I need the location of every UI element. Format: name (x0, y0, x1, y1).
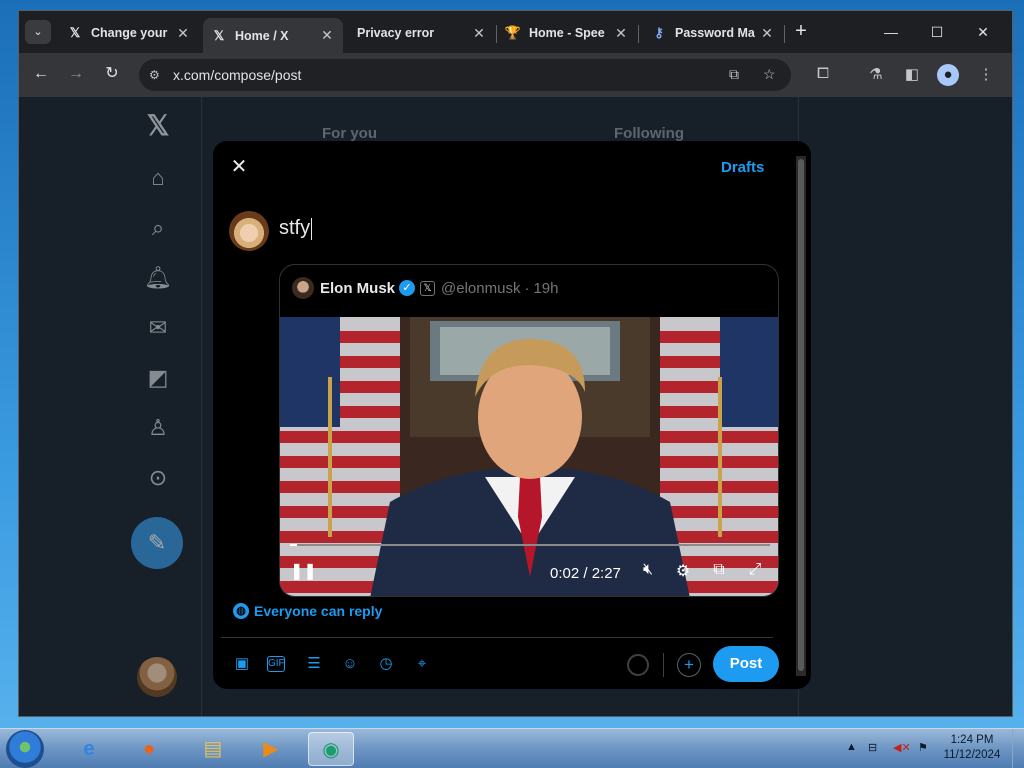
key-icon: ⚷ (654, 25, 664, 40)
reply-settings-button[interactable]: ◍ Everyone can reply (233, 603, 382, 619)
labs-flask-icon[interactable]: ⚗ (865, 65, 887, 87)
internet-explorer-icon[interactable]: e (66, 732, 112, 766)
post-text-input[interactable]: stfy (279, 217, 313, 240)
show-hidden-icons-icon[interactable]: ▲ (846, 741, 857, 753)
tab-change-your[interactable]: 𝕏 Change your ✕ (59, 18, 199, 48)
extensions-icon[interactable]: ⧠ (812, 65, 834, 87)
tab-search-button[interactable]: ⌄ (25, 20, 51, 44)
quoted-handle: @elonmusk (441, 279, 521, 297)
browser-toolbar: ← → ↻ ⚙ x.com/compose/post ⧉ ☆ ⧠ ⚗ ◧ ● ⋮ (19, 53, 1012, 97)
network-icon[interactable]: ⊟ (868, 741, 877, 754)
gif-icon[interactable]: GIF (267, 656, 285, 672)
tab-title: Home - Spee (529, 26, 605, 40)
site-info-icon[interactable]: ⚙ (149, 68, 165, 82)
character-count-ring (627, 654, 649, 676)
schedule-icon[interactable]: ◷ (375, 653, 397, 675)
close-icon[interactable]: ✕ (227, 155, 251, 179)
tab-privacy-error[interactable]: Privacy error ✕ (349, 18, 495, 48)
tab-password-manager[interactable]: ⚷ Password Ma ✕ (643, 18, 783, 48)
avatar[interactable] (229, 211, 269, 251)
trophy-icon: 🏆 (504, 25, 522, 40)
x-page: 𝕏 ⌂ ⌕ 🔔︎ ✉ ◩ ♙ ⊙ ✎ For you Following ✕ D… (19, 97, 1012, 716)
action-center-flag-icon[interactable]: ⚑ (918, 741, 928, 754)
close-icon[interactable]: ✕ (319, 27, 335, 44)
volume-muted-icon[interactable]: ◀✕ (893, 741, 911, 754)
media-image-icon[interactable]: ▣ (231, 653, 253, 675)
close-icon[interactable]: ✕ (759, 25, 775, 42)
tab-title: Change your (91, 26, 168, 40)
close-icon[interactable]: ✕ (471, 25, 487, 42)
quoted-avatar (292, 277, 314, 299)
mute-icon[interactable]: 🔇︎ (636, 561, 660, 579)
side-panel-icon[interactable]: ◧ (901, 65, 923, 87)
maximize-button[interactable]: ☐ (917, 19, 957, 45)
pause-icon[interactable]: ❚❚ (290, 561, 317, 581)
compose-modal: ✕ Drafts stfy Elon Musk ✓ 𝕏 @elonmusk · … (213, 141, 811, 689)
quoted-author-name: Elon Musk (320, 279, 396, 297)
reload-button[interactable]: ↻ (101, 63, 123, 85)
taskbar: e ● ▤ ▶ ◉ ▲ ⊟ ◀✕ ⚑ 1:24 PM 11/12/2024 (0, 728, 1024, 768)
tab-title: Password Ma (675, 26, 755, 40)
x-affiliate-badge-icon: 𝕏 (420, 280, 436, 296)
quoted-post-header: Elon Musk ✓ 𝕏 @elonmusk · 19h (292, 277, 558, 299)
post-text: stfy (279, 217, 311, 239)
location-pin-icon[interactable]: ⌖ (411, 653, 433, 675)
divider (221, 637, 773, 638)
video-progress-fill (290, 544, 298, 546)
drafts-button[interactable]: Drafts (721, 159, 764, 176)
x-logo-icon: 𝕏 (69, 25, 81, 40)
start-button[interactable] (6, 730, 44, 768)
new-tab-button[interactable]: + (790, 21, 812, 43)
firefox-icon[interactable]: ● (126, 732, 172, 766)
show-desktop-button[interactable] (1012, 729, 1024, 768)
fullscreen-icon[interactable]: ⤢ (743, 561, 767, 579)
back-button[interactable]: ← (30, 63, 52, 85)
video-progress-bar[interactable] (290, 544, 770, 546)
tab-title: Home / X (235, 28, 289, 43)
video-player[interactable]: ❚❚ 0:02 / 2:27 🔇︎ ⚙ ⧉ ⤢ (280, 317, 778, 596)
tab-home-speed[interactable]: 🏆 Home - Spee ✕ (497, 18, 637, 48)
reply-setting-label: Everyone can reply (254, 603, 383, 619)
close-icon[interactable]: ✕ (175, 25, 191, 42)
x-logo-icon: 𝕏 (213, 27, 225, 43)
minimize-button[interactable]: — (871, 19, 911, 45)
pip-icon[interactable]: ⧉ (707, 561, 731, 579)
text-caret (311, 217, 313, 240)
menu-kebab-icon[interactable]: ⋮ (975, 65, 997, 87)
tab-strip: ⌄ 𝕏 Change your ✕ 𝕏 Home / X ✕ Privacy e… (19, 11, 1012, 53)
install-app-icon[interactable]: ⧉ (729, 66, 739, 83)
add-post-button[interactable]: + (677, 653, 701, 677)
scrollbar-thumb[interactable] (798, 159, 804, 671)
system-clock[interactable]: 1:24 PM 11/12/2024 (940, 733, 1004, 763)
poll-icon[interactable]: ☰ (303, 653, 325, 675)
tab-home-x[interactable]: 𝕏 Home / X ✕ (203, 18, 343, 53)
quoted-time: 19h (533, 279, 559, 297)
close-icon[interactable]: ✕ (613, 25, 629, 42)
post-button[interactable]: Post (713, 646, 779, 682)
tab-separator (784, 25, 785, 43)
browser-window: ⌄ 𝕏 Change your ✕ 𝕏 Home / X ✕ Privacy e… (18, 10, 1013, 717)
forward-button[interactable]: → (65, 63, 87, 85)
file-explorer-icon[interactable]: ▤ (190, 732, 236, 766)
media-player-icon[interactable]: ▶ (248, 732, 294, 766)
bookmark-star-icon[interactable]: ☆ (763, 66, 776, 83)
emoji-icon[interactable]: ☺ (339, 653, 361, 675)
address-bar[interactable]: ⚙ x.com/compose/post ⧉ ☆ (139, 59, 791, 91)
clock-date: 11/12/2024 (943, 749, 1001, 761)
tab-separator (638, 25, 639, 43)
chrome-taskbar-icon[interactable]: ◉ (308, 732, 354, 766)
toolbar-separator (663, 653, 664, 677)
video-time: 0:02 / 2:27 (550, 565, 621, 582)
dot-separator: · (524, 279, 530, 297)
clock-time: 1:24 PM (950, 734, 994, 746)
settings-gear-icon[interactable]: ⚙ (671, 561, 695, 581)
verified-badge-icon: ✓ (399, 280, 416, 296)
video-frame (280, 317, 778, 596)
profile-icon[interactable]: ● (937, 64, 959, 86)
tab-title: Privacy error (357, 26, 435, 40)
quoted-post[interactable]: Elon Musk ✓ 𝕏 @elonmusk · 19h ❚❚ 0:02 / … (279, 264, 779, 597)
globe-icon: ◍ (233, 603, 249, 619)
url-text: x.com/compose/post (173, 67, 302, 83)
window-close-button[interactable]: ✕ (963, 19, 1003, 45)
